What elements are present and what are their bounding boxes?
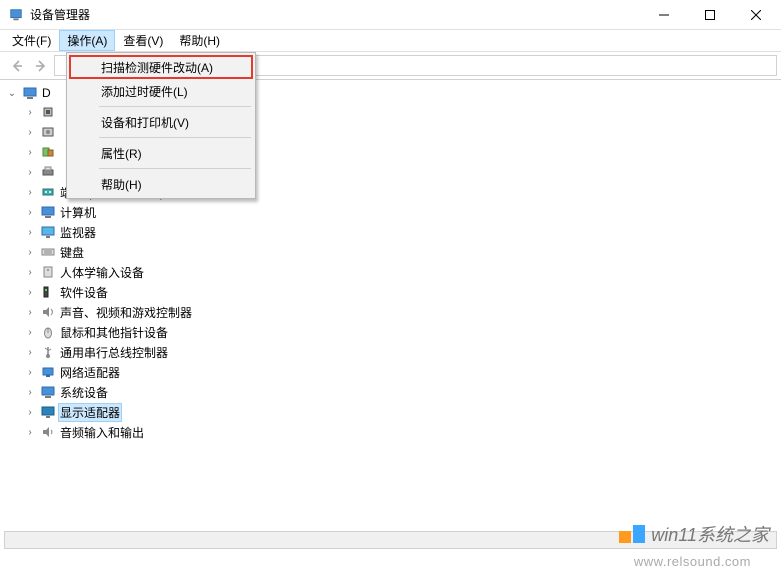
maximize-button[interactable]: [687, 1, 733, 29]
tree-item-label: 计算机: [60, 204, 96, 221]
dropdown-sep: [99, 106, 251, 107]
menubar: 文件(F) 操作(A) 查看(V) 帮助(H): [0, 30, 781, 52]
tree-item[interactable]: › 监视器: [24, 222, 777, 242]
chevron-right-icon[interactable]: ›: [24, 186, 36, 198]
dropdown-sep: [99, 168, 251, 169]
tree-item-label: 监视器: [60, 224, 96, 241]
chevron-right-icon[interactable]: ›: [24, 266, 36, 278]
menu-help[interactable]: 帮助(H): [171, 30, 228, 51]
sound-icon: [40, 304, 56, 320]
forward-button[interactable]: [30, 55, 52, 77]
disk-icon: [40, 124, 56, 140]
minimize-button[interactable]: [641, 1, 687, 29]
chevron-right-icon[interactable]: ›: [24, 246, 36, 258]
menu-file[interactable]: 文件(F): [4, 30, 59, 51]
tree-item[interactable]: › 音频输入和输出: [24, 422, 777, 442]
computer-icon: [22, 85, 38, 101]
tree-item-label: 鼠标和其他指针设备: [60, 324, 168, 341]
tree-item[interactable]: › 系统设备: [24, 382, 777, 402]
tree-item[interactable]: › 声音、视频和游戏控制器: [24, 302, 777, 322]
usb-icon: [40, 344, 56, 360]
computer-icon: [40, 204, 56, 220]
watermark-logo: [619, 525, 645, 543]
dd-label: 添加过时硬件(L): [101, 83, 188, 100]
dd-devices-printers[interactable]: 设备和打印机(V): [69, 110, 253, 134]
menu-label: 帮助(H): [179, 32, 220, 49]
action-dropdown: 扫描检测硬件改动(A) 添加过时硬件(L) 设备和打印机(V) 属性(R) 帮助…: [66, 52, 256, 199]
chevron-right-icon[interactable]: ›: [24, 406, 36, 418]
menu-label: 查看(V): [123, 32, 163, 49]
devices-icon: [40, 144, 56, 160]
menu-label: 文件(F): [12, 32, 51, 49]
tree-item[interactable]: › 显示适配器: [24, 402, 777, 422]
chevron-right-icon[interactable]: ›: [24, 426, 36, 438]
close-button[interactable]: [733, 1, 779, 29]
chevron-right-icon[interactable]: ›: [24, 126, 36, 138]
software-icon: [40, 284, 56, 300]
network-icon: [40, 364, 56, 380]
chevron-right-icon[interactable]: ›: [24, 366, 36, 378]
chevron-right-icon[interactable]: ›: [24, 106, 36, 118]
tree-item[interactable]: › 鼠标和其他指针设备: [24, 322, 777, 342]
keyboard-icon: [40, 244, 56, 260]
display-icon: [40, 404, 56, 420]
hid-icon: [40, 264, 56, 280]
chevron-right-icon[interactable]: ›: [24, 286, 36, 298]
tree-item[interactable]: › 通用串行总线控制器: [24, 342, 777, 362]
tree-item-label: 键盘: [60, 244, 84, 261]
chevron-right-icon[interactable]: ›: [24, 146, 36, 158]
monitor-icon: [40, 224, 56, 240]
chevron-right-icon[interactable]: ›: [24, 306, 36, 318]
tree-item[interactable]: › 键盘: [24, 242, 777, 262]
tree-item-label: 显示适配器: [58, 403, 122, 422]
dd-add-legacy[interactable]: 添加过时硬件(L): [69, 79, 253, 103]
tree-item-label: 网络适配器: [60, 364, 120, 381]
audio-icon: [40, 424, 56, 440]
dd-scan-hardware[interactable]: 扫描检测硬件改动(A): [69, 55, 253, 79]
menu-action[interactable]: 操作(A): [59, 30, 115, 51]
window-controls: [641, 1, 779, 29]
chevron-right-icon[interactable]: ›: [24, 326, 36, 338]
tree-item-label: 声音、视频和游戏控制器: [60, 304, 192, 321]
port-icon: [40, 184, 56, 200]
dd-label: 扫描检测硬件改动(A): [101, 59, 213, 76]
cpu-icon: [40, 104, 56, 120]
titlebar: 设备管理器: [0, 0, 781, 30]
tree-item-label: 系统设备: [60, 384, 108, 401]
mouse-icon: [40, 324, 56, 340]
tree-item[interactable]: › 网络适配器: [24, 362, 777, 382]
dd-label: 设备和打印机(V): [101, 114, 189, 131]
dd-properties[interactable]: 属性(R): [69, 141, 253, 165]
dd-help[interactable]: 帮助(H): [69, 172, 253, 196]
window-title: 设备管理器: [30, 6, 641, 23]
chevron-down-icon[interactable]: ⌄: [6, 87, 18, 99]
dropdown-sep: [99, 137, 251, 138]
tree-root-label: D: [42, 86, 51, 100]
tree-item-label: 音频输入和输出: [60, 424, 144, 441]
tree-item-label: 软件设备: [60, 284, 108, 301]
printer-icon: [40, 164, 56, 180]
system-icon: [40, 384, 56, 400]
tree-item-label: 人体学输入设备: [60, 264, 144, 281]
chevron-right-icon[interactable]: ›: [24, 346, 36, 358]
watermark-text: win11系统之家: [651, 521, 769, 547]
tree-item[interactable]: › 软件设备: [24, 282, 777, 302]
dd-label: 帮助(H): [101, 176, 142, 193]
chevron-right-icon[interactable]: ›: [24, 166, 36, 178]
menu-label: 操作(A): [67, 32, 107, 49]
chevron-right-icon[interactable]: ›: [24, 206, 36, 218]
dd-label: 属性(R): [101, 145, 142, 162]
chevron-right-icon[interactable]: ›: [24, 386, 36, 398]
menu-view[interactable]: 查看(V): [115, 30, 171, 51]
tree-item[interactable]: › 人体学输入设备: [24, 262, 777, 282]
watermark: win11系统之家: [619, 521, 769, 547]
tree-item[interactable]: › 计算机: [24, 202, 777, 222]
chevron-right-icon[interactable]: ›: [24, 226, 36, 238]
back-button[interactable]: [6, 55, 28, 77]
tree-item-label: 通用串行总线控制器: [60, 344, 168, 361]
app-icon: [8, 7, 24, 23]
site-caption: www.relsound.com: [634, 554, 751, 569]
